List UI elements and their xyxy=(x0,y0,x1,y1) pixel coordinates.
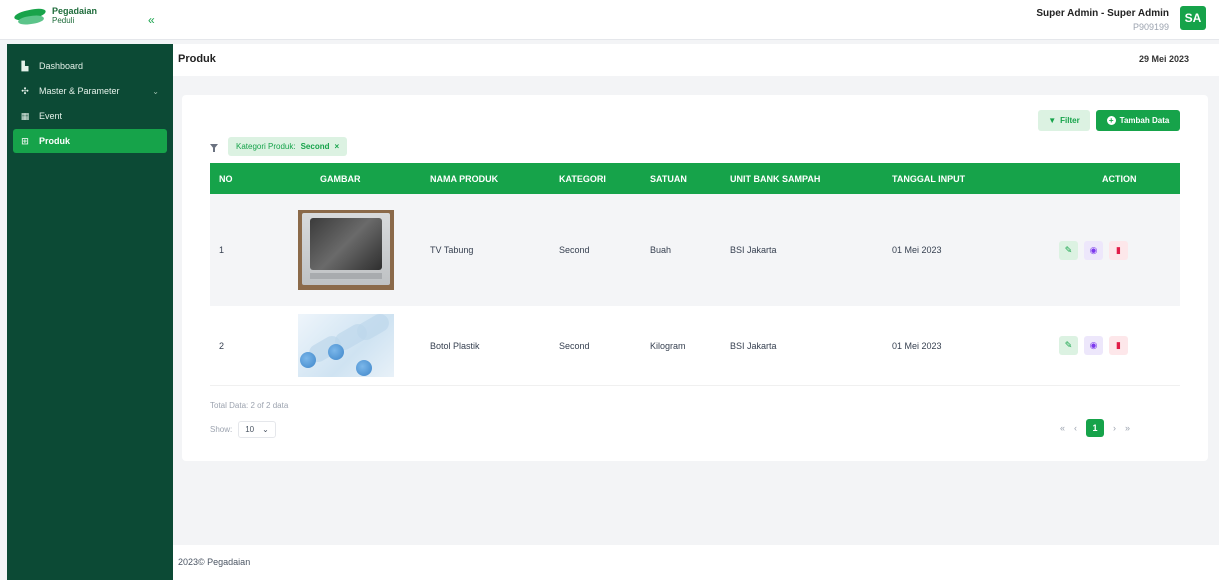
page-size-value: 10 xyxy=(245,425,255,434)
row-tanggal: 01 Mei 2023 xyxy=(892,340,942,351)
user-info[interactable]: Super Admin - Super Admin P909199 xyxy=(1036,8,1169,32)
current-page-button[interactable]: 1 xyxy=(1086,419,1105,437)
user-name: Super Admin - Super Admin xyxy=(1036,8,1169,19)
column-header-nama-produk: NAMA PRODUK xyxy=(430,173,499,184)
row-name: TV Tabung xyxy=(430,245,474,255)
logo-title: Pegadaian xyxy=(52,6,98,16)
row-kategori: Second xyxy=(559,245,590,255)
filter-button[interactable]: ▼ Filter xyxy=(1038,110,1090,131)
footer: 2023© Pegadaian xyxy=(173,545,1219,580)
funnel-icon xyxy=(210,144,218,152)
row-name: Botol Plastik xyxy=(430,340,480,351)
page-size: Show: 10 ⌄ xyxy=(210,421,276,438)
add-data-button[interactable]: + Tambah Data xyxy=(1096,110,1180,131)
page-title: Produk xyxy=(178,53,216,65)
app-logo[interactable]: Pegadaian Peduli xyxy=(13,6,98,26)
chevron-down-icon: ⌄ xyxy=(262,425,269,434)
view-icon[interactable]: ◉ xyxy=(1084,240,1103,260)
product-image xyxy=(298,314,394,377)
plus-circle-icon: + xyxy=(1106,116,1116,125)
close-icon[interactable]: × xyxy=(335,142,340,151)
sidebar-item-dashboard[interactable]: ▙ Dashboard xyxy=(13,54,167,78)
delete-icon[interactable]: ▮ xyxy=(1109,240,1128,260)
filter-chip-value: Second xyxy=(300,142,330,151)
row-satuan: Buah xyxy=(650,245,672,255)
content-card: ▼ Filter + Tambah Data Kategori Produk: … xyxy=(182,95,1208,461)
sidebar-item-label: Master & Parameter xyxy=(39,86,120,96)
page-date: 29 Mei 2023 xyxy=(1138,54,1189,64)
edit-icon[interactable]: ✎ xyxy=(1059,336,1078,355)
last-page-icon[interactable]: » xyxy=(1125,423,1130,433)
prev-page-icon[interactable]: ‹ xyxy=(1074,423,1077,433)
column-header-tanggal-input: TANGGAL INPUT xyxy=(892,173,966,184)
calendar-icon: ▦ xyxy=(20,110,30,121)
logo-subtitle: Peduli xyxy=(52,16,75,25)
avatar[interactable]: SA xyxy=(1180,6,1206,30)
column-header-gambar: GAMBAR xyxy=(320,173,361,184)
grid-icon: ⊞ xyxy=(21,135,29,146)
row-tanggal: 01 Mei 2023 xyxy=(892,245,942,255)
row-no: 2 xyxy=(219,340,225,351)
collapse-sidebar-icon[interactable]: « xyxy=(148,13,155,27)
dashboard-icon: ▙ xyxy=(21,60,29,71)
filter-chip-label: Kategori Produk: xyxy=(236,142,296,151)
pegadaian-logo-icon xyxy=(13,6,47,26)
view-icon[interactable]: ◉ xyxy=(1084,336,1103,355)
page-size-select[interactable]: 10 ⌄ xyxy=(238,421,276,438)
active-filters: Kategori Produk: Second × xyxy=(210,137,348,156)
sidebar-item-master-parameter[interactable]: ✣ Master & Parameter ⌄ xyxy=(13,79,167,103)
column-header-no: NO xyxy=(219,173,233,184)
table-header: NO GAMBAR NAMA PRODUK KATEGORI SATUAN UN… xyxy=(210,163,1180,194)
row-unit: BSI Jakarta xyxy=(730,340,777,351)
column-header-unit-bank-sampah: UNIT BANK SAMPAH xyxy=(730,173,821,184)
filter-chip: Kategori Produk: Second × xyxy=(228,137,348,156)
user-id: P909199 xyxy=(1132,22,1169,32)
sidebar-item-produk[interactable]: ⊞ Produk xyxy=(13,129,167,153)
sidebar: ▙ Dashboard ✣ Master & Parameter ⌄ ▦ Eve… xyxy=(7,44,173,580)
page-header: Produk 29 Mei 2023 xyxy=(173,44,1219,76)
sidebar-item-label: Produk xyxy=(39,136,71,146)
top-bar: Pegadaian Peduli « Super Admin - Super A… xyxy=(0,0,1219,40)
row-kategori: Second xyxy=(559,340,590,351)
delete-icon[interactable]: ▮ xyxy=(1109,336,1128,355)
chevron-down-icon: ⌄ xyxy=(152,86,159,96)
total-data: Total Data: 2 of 2 data xyxy=(210,401,289,410)
column-header-satuan: SATUAN xyxy=(650,173,687,184)
filter-button-label: Filter xyxy=(1060,116,1080,125)
footer-copyright: 2023© Pegadaian xyxy=(178,557,251,567)
product-table: NO GAMBAR NAMA PRODUK KATEGORI SATUAN UN… xyxy=(210,163,1180,386)
edit-icon[interactable]: ✎ xyxy=(1059,240,1078,260)
column-header-kategori: KATEGORI xyxy=(559,173,606,184)
row-no: 1 xyxy=(219,245,225,255)
table-row: 2 Botol Plastik Second Kilogram BSI Jaka… xyxy=(210,306,1180,386)
funnel-icon: ▼ xyxy=(1048,116,1057,125)
page-size-label: Show: xyxy=(210,425,233,434)
sidebar-item-label: Event xyxy=(39,111,63,121)
parameter-icon: ✣ xyxy=(21,85,29,96)
add-data-button-label: Tambah Data xyxy=(1119,116,1170,125)
product-image xyxy=(298,210,394,290)
row-satuan: Kilogram xyxy=(650,340,686,351)
row-unit: BSI Jakarta xyxy=(730,245,777,255)
first-page-icon[interactable]: « xyxy=(1060,423,1065,433)
pagination: « ‹ 1 › » xyxy=(1060,419,1130,437)
sidebar-item-event[interactable]: ▦ Event xyxy=(13,104,167,128)
column-header-action: ACTION xyxy=(1102,173,1137,184)
next-page-icon[interactable]: › xyxy=(1113,423,1116,433)
table-row: 1 TV Tabung Second Buah BSI Jakarta 01 M… xyxy=(210,194,1180,306)
sidebar-item-label: Dashboard xyxy=(39,61,84,71)
